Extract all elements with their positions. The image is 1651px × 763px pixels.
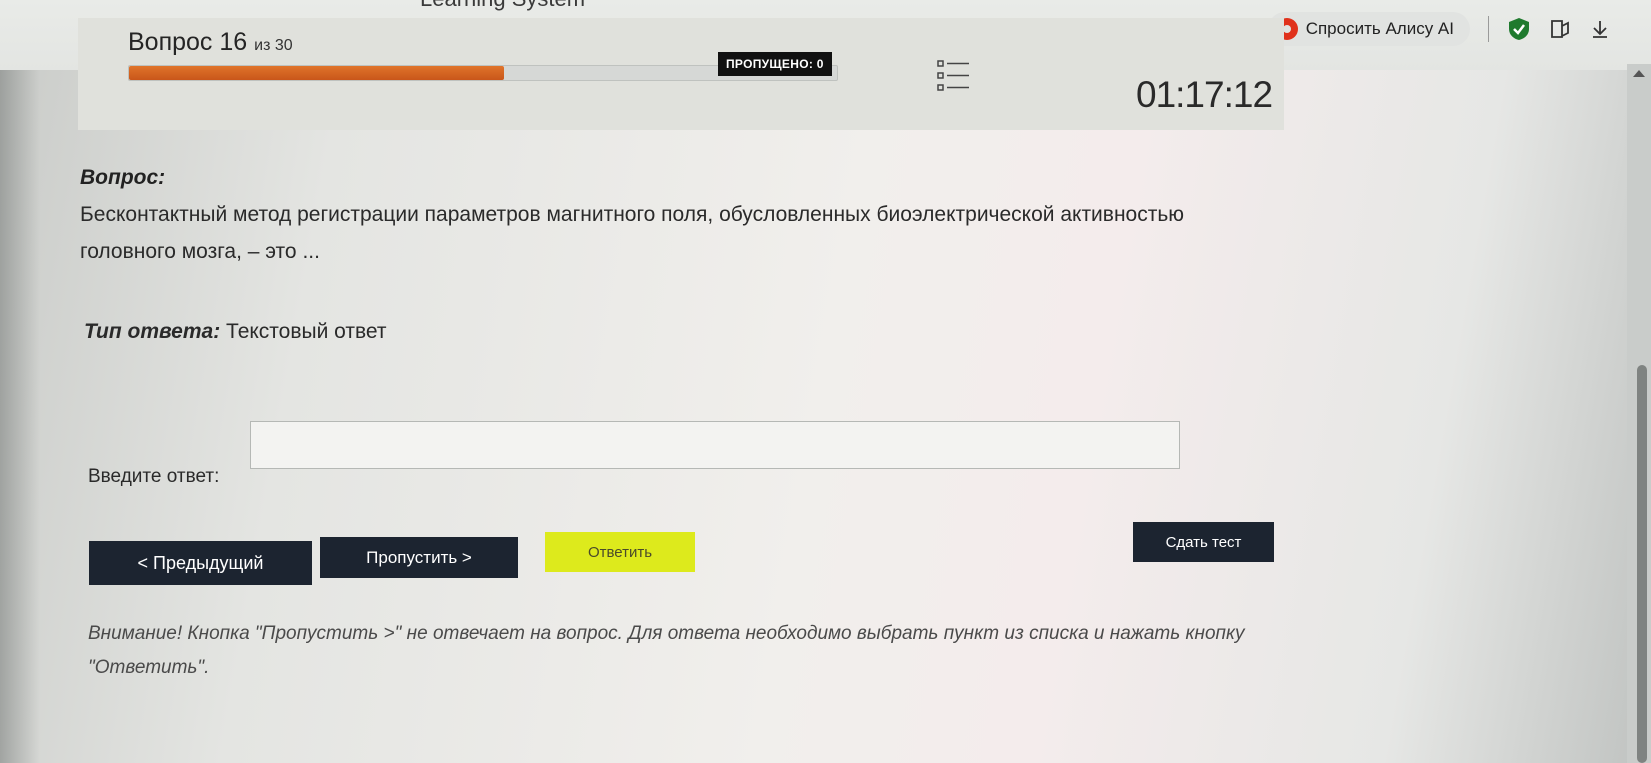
- question-label: Вопрос:: [80, 166, 166, 189]
- ask-alice-label: Спросить Алису AI: [1305, 19, 1454, 38]
- previous-button[interactable]: < Предыдущий: [89, 541, 312, 585]
- question-total: из 30: [254, 37, 293, 54]
- question-list-icon[interactable]: [936, 58, 972, 94]
- answer-input[interactable]: [250, 421, 1180, 469]
- skip-button[interactable]: Пропустить >: [320, 537, 518, 578]
- finish-test-button[interactable]: Сдать тест: [1133, 522, 1274, 562]
- question-text: Бесконтактный метод регистрации параметр…: [80, 203, 1185, 263]
- question-counter: Вопрос 16 из 30: [128, 28, 293, 57]
- toolbar-divider: [1488, 16, 1489, 42]
- shield-check-icon[interactable]: [1507, 17, 1531, 41]
- answer-type-label: Тип ответа:: [84, 320, 221, 343]
- progress-fill: [129, 66, 505, 80]
- warning-note: Внимание! Кнопка "Пропустить >" не отвеч…: [88, 623, 1245, 678]
- answer-type-value: Текстовый ответ: [226, 320, 387, 343]
- question-number: 16: [219, 28, 248, 56]
- site-title: Learning System: [420, 0, 585, 12]
- download-icon[interactable]: [1589, 18, 1611, 40]
- answer-type: Тип ответа: Текстовый ответ: [84, 320, 387, 344]
- ask-alice-button[interactable]: Спросить Алису AI: [1267, 12, 1470, 46]
- question-word: Вопрос: [128, 28, 213, 56]
- answer-field-label: Введите ответ:: [88, 466, 220, 487]
- quiz-header: Вопрос 16 из 30 ПРОПУЩЕНО: 0 01:17:12: [78, 18, 1284, 130]
- timer: 01:17:12: [1136, 74, 1273, 115]
- skipped-badge: ПРОПУЩЕНО: 0: [718, 52, 832, 76]
- screen-edge-shadow: [0, 0, 40, 763]
- scroll-up-arrow-icon[interactable]: [1633, 70, 1645, 77]
- reader-mode-icon[interactable]: [1549, 18, 1571, 40]
- answer-button[interactable]: Ответить: [545, 532, 695, 572]
- scrollbar-thumb[interactable]: [1637, 365, 1647, 763]
